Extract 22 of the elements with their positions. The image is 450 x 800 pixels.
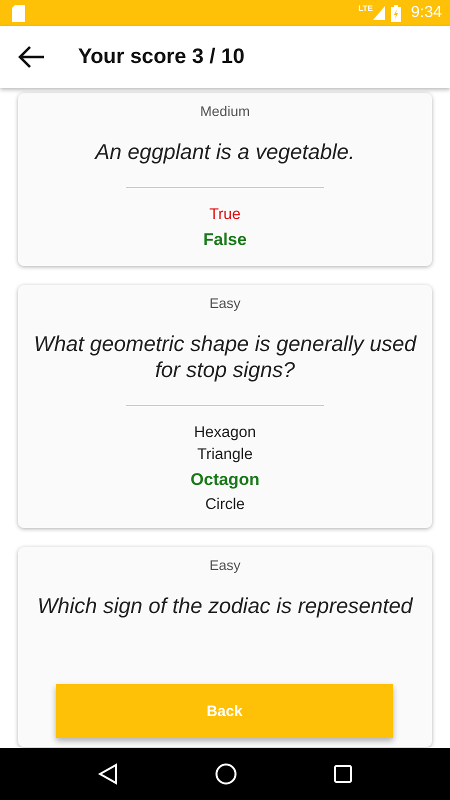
question-text: What geometric shape is generally used for stop signs? [32, 331, 418, 383]
back-nav-icon[interactable] [98, 763, 118, 785]
clock: 9:34 [410, 4, 442, 22]
home-nav-icon[interactable] [214, 763, 237, 785]
difficulty-label: Easy [209, 557, 241, 573]
answer-option: Circle [205, 494, 245, 516]
screen-title: Your score 3 / 10 [78, 45, 245, 69]
answer-option: Octagon [190, 466, 260, 494]
difficulty-label: Easy [209, 295, 241, 311]
difficulty-label: Medium [200, 103, 250, 119]
answer-option: True [209, 204, 241, 226]
sd-card-icon [12, 4, 25, 22]
question-text: Which sign of the zodiac is represented [37, 593, 413, 619]
network-type: LTE [358, 4, 373, 13]
answer-option: Hexagon [194, 422, 256, 444]
answer-option: False [203, 226, 247, 254]
signal-icon [372, 6, 385, 20]
back-button[interactable]: Back [56, 684, 393, 738]
recents-nav-icon[interactable] [334, 765, 352, 783]
battery-icon [390, 4, 401, 22]
question-text: An eggplant is a vegetable. [95, 139, 355, 165]
answer-option: Triangle [197, 444, 253, 466]
